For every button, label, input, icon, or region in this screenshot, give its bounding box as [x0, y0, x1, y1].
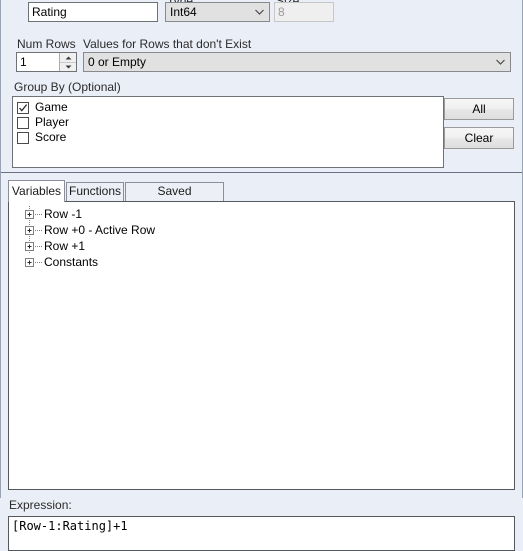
size-input-value: 8 — [278, 5, 285, 19]
list-item-label: Game — [35, 100, 68, 114]
values-for-missing-rows-label: Values for Rows that don't Exist — [83, 37, 252, 51]
num-rows-stepper-buttons — [59, 53, 76, 71]
tabstrip: Variables Functions Saved Expressions — [8, 180, 515, 214]
list-item[interactable]: Game — [13, 100, 443, 115]
group-by-checklist[interactable]: Game Player Score — [12, 96, 444, 168]
chevron-down-icon — [255, 9, 264, 15]
tree-connector-dots — [35, 261, 42, 263]
field-definition-row: Type Int64 Size 8 — [0, 0, 523, 28]
variables-treeview[interactable]: Row -1 Row +0 - Active Row Row +1 Consta… — [8, 201, 515, 490]
expand-plus-icon[interactable] — [25, 209, 34, 219]
tree-node-label: Row +1 — [44, 239, 86, 253]
tree-node-label: Row +0 - Active Row — [44, 223, 156, 237]
expand-plus-icon[interactable] — [25, 257, 34, 267]
clear-selection-button[interactable]: Clear — [444, 127, 514, 149]
chevron-down-icon — [496, 59, 505, 65]
list-item[interactable]: Player — [13, 115, 443, 130]
tab-variables[interactable]: Variables — [8, 180, 65, 202]
tree-node[interactable]: Row -1 — [9, 206, 514, 222]
num-rows-value: 1 — [20, 55, 27, 69]
checkbox-icon[interactable] — [17, 131, 29, 144]
expand-plus-icon[interactable] — [25, 241, 34, 251]
tab-functions[interactable]: Functions — [66, 182, 124, 202]
list-item[interactable]: Score — [13, 130, 443, 145]
column-name-input[interactable] — [28, 2, 158, 22]
checkbox-icon[interactable] — [17, 116, 29, 129]
window-edge-left — [0, 0, 1, 498]
list-item-label: Score — [35, 130, 67, 144]
tree-node[interactable]: Row +1 — [9, 238, 514, 254]
tree-connector-dots — [35, 245, 42, 247]
type-dropdown-value: Int64 — [170, 5, 197, 19]
group-by-section: Group By (Optional) Game Player Score — [8, 80, 515, 170]
num-rows-stepper[interactable]: 1 — [16, 52, 77, 72]
tree-node-label: Constants — [44, 255, 99, 269]
values-for-missing-rows-value: 0 or Empty — [88, 55, 147, 69]
tab-saved-expressions[interactable]: Saved Expressions — [125, 182, 224, 214]
tree-node[interactable]: Constants — [9, 254, 514, 270]
tree-node[interactable]: Row +0 - Active Row — [9, 222, 514, 238]
expression-label: Expression: — [9, 498, 72, 512]
section-divider — [1, 172, 522, 173]
tree-connector-dots — [35, 213, 42, 215]
expression-input[interactable]: [Row-1:Rating]+1 — [8, 516, 515, 551]
checkbox-checked-icon[interactable] — [17, 101, 29, 114]
group-by-title: Group By (Optional) — [14, 80, 121, 94]
type-dropdown[interactable]: Int64 — [165, 2, 270, 22]
tree-node-label: Row -1 — [44, 207, 83, 221]
list-item-label: Player — [35, 115, 70, 129]
expand-plus-icon[interactable] — [25, 225, 34, 235]
select-all-button[interactable]: All — [444, 98, 514, 120]
values-for-missing-rows-dropdown[interactable]: 0 or Empty — [83, 52, 511, 72]
tree-connector-dots — [35, 229, 42, 231]
size-input[interactable]: 8 — [274, 2, 334, 22]
stepper-down-button[interactable] — [60, 62, 76, 71]
num-rows-label: Num Rows — [17, 37, 76, 51]
